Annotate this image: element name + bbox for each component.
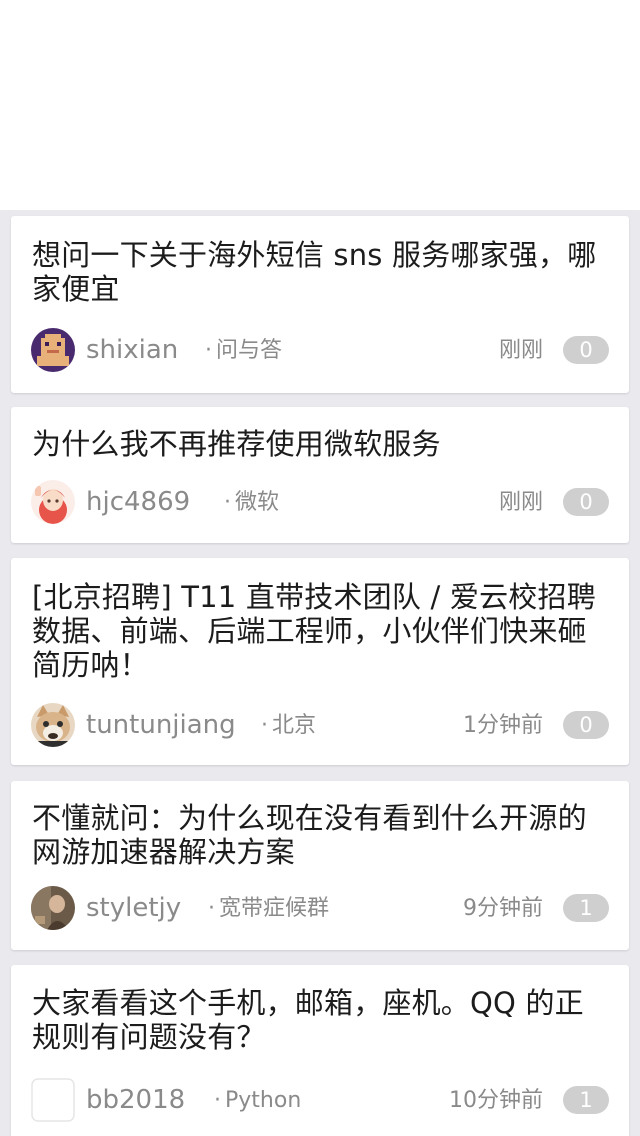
topic-title[interactable]: 不懂就问：为什么现在没有看到什么开源的网游加速器解决方案 xyxy=(32,801,612,869)
blank-avatar[interactable] xyxy=(31,1078,75,1122)
username-link[interactable]: hjc4869 xyxy=(86,485,190,519)
topic-time: 10分钟前 xyxy=(449,1088,543,1113)
separator-dot: · xyxy=(224,490,231,515)
topic-time: 9分钟前 xyxy=(463,896,543,921)
topic-title[interactable]: 想问一下关于海外短信 sns 服务哪家强，哪家便宜 xyxy=(32,238,612,306)
topic-meta: tuntunjiang · 北京 1分钟前 0 xyxy=(31,703,609,749)
node-label: 微软 xyxy=(235,490,280,515)
topic-meta: styletjy · 宽带症候群 9分钟前 1 xyxy=(31,886,609,932)
reply-count-badge: 0 xyxy=(563,336,609,364)
topic-title[interactable]: 大家看看这个手机，邮箱，座机。QQ 的正规则有问题没有？ xyxy=(32,986,612,1054)
separator-dot: · xyxy=(261,713,268,738)
topic-card[interactable]: [北京招聘] T11 直带技术团队 / 爱云校招聘数据、前端、后端工程师，小伙伴… xyxy=(11,558,629,765)
node-link[interactable]: · 微软 xyxy=(224,488,279,518)
node-link[interactable]: · 宽带症候群 xyxy=(208,894,329,924)
username-link[interactable]: bb2018 xyxy=(86,1083,185,1117)
top-blank-area xyxy=(0,0,640,210)
cat-avatar[interactable] xyxy=(31,703,75,747)
separator-dot: · xyxy=(214,1088,221,1113)
username-link[interactable]: shixian xyxy=(86,333,178,367)
topic-card[interactable]: 为什么我不再推荐使用微软服务 hjc4869 · 微软 刚刚 0 xyxy=(11,407,629,543)
topic-meta: shixian · 问与答 刚刚 0 xyxy=(31,328,609,374)
topic-meta: hjc4869 · 微软 刚刚 0 xyxy=(31,480,609,526)
reply-count-badge: 1 xyxy=(563,894,609,922)
username-link[interactable]: tuntunjiang xyxy=(86,708,236,742)
reply-count-badge: 0 xyxy=(563,711,609,739)
anime-girl-avatar[interactable] xyxy=(31,480,75,524)
reply-count-badge: 1 xyxy=(563,1086,609,1114)
node-link[interactable]: · 问与答 xyxy=(205,336,282,366)
pixel-character-avatar[interactable] xyxy=(31,328,75,372)
topic-title[interactable]: 为什么我不再推荐使用微软服务 xyxy=(32,427,612,461)
node-link[interactable]: · Python xyxy=(214,1086,301,1116)
topic-time: 1分钟前 xyxy=(463,713,543,738)
topic-card[interactable]: 想问一下关于海外短信 sns 服务哪家强，哪家便宜 shixian · 问与答 刚… xyxy=(11,216,629,393)
topic-card[interactable]: 大家看看这个手机，邮箱，座机。QQ 的正规则有问题没有？ bb2018 · Pyt… xyxy=(11,965,629,1136)
topic-meta: bb2018 · Python 10分钟前 1 xyxy=(31,1078,609,1124)
node-label: Python xyxy=(225,1088,302,1113)
topic-title[interactable]: [北京招聘] T11 直带技术团队 / 爱云校招聘数据、前端、后端工程师，小伙伴… xyxy=(32,580,612,682)
separator-dot: · xyxy=(205,338,212,363)
separator-dot: · xyxy=(208,896,215,921)
photo-avatar[interactable] xyxy=(31,886,75,930)
topic-time: 刚刚 xyxy=(498,338,543,363)
node-label: 宽带症候群 xyxy=(219,896,330,921)
topic-card[interactable]: 不懂就问：为什么现在没有看到什么开源的网游加速器解决方案 styletjy · 宽… xyxy=(11,781,629,950)
topic-time: 刚刚 xyxy=(498,490,543,515)
node-label: 北京 xyxy=(272,713,317,738)
reply-count-badge: 0 xyxy=(563,488,609,516)
topic-feed: 想问一下关于海外短信 sns 服务哪家强，哪家便宜 shixian · 问与答 刚… xyxy=(0,210,640,1136)
node-label: 问与答 xyxy=(216,338,283,363)
username-link[interactable]: styletjy xyxy=(86,891,181,925)
node-link[interactable]: · 北京 xyxy=(261,711,316,741)
